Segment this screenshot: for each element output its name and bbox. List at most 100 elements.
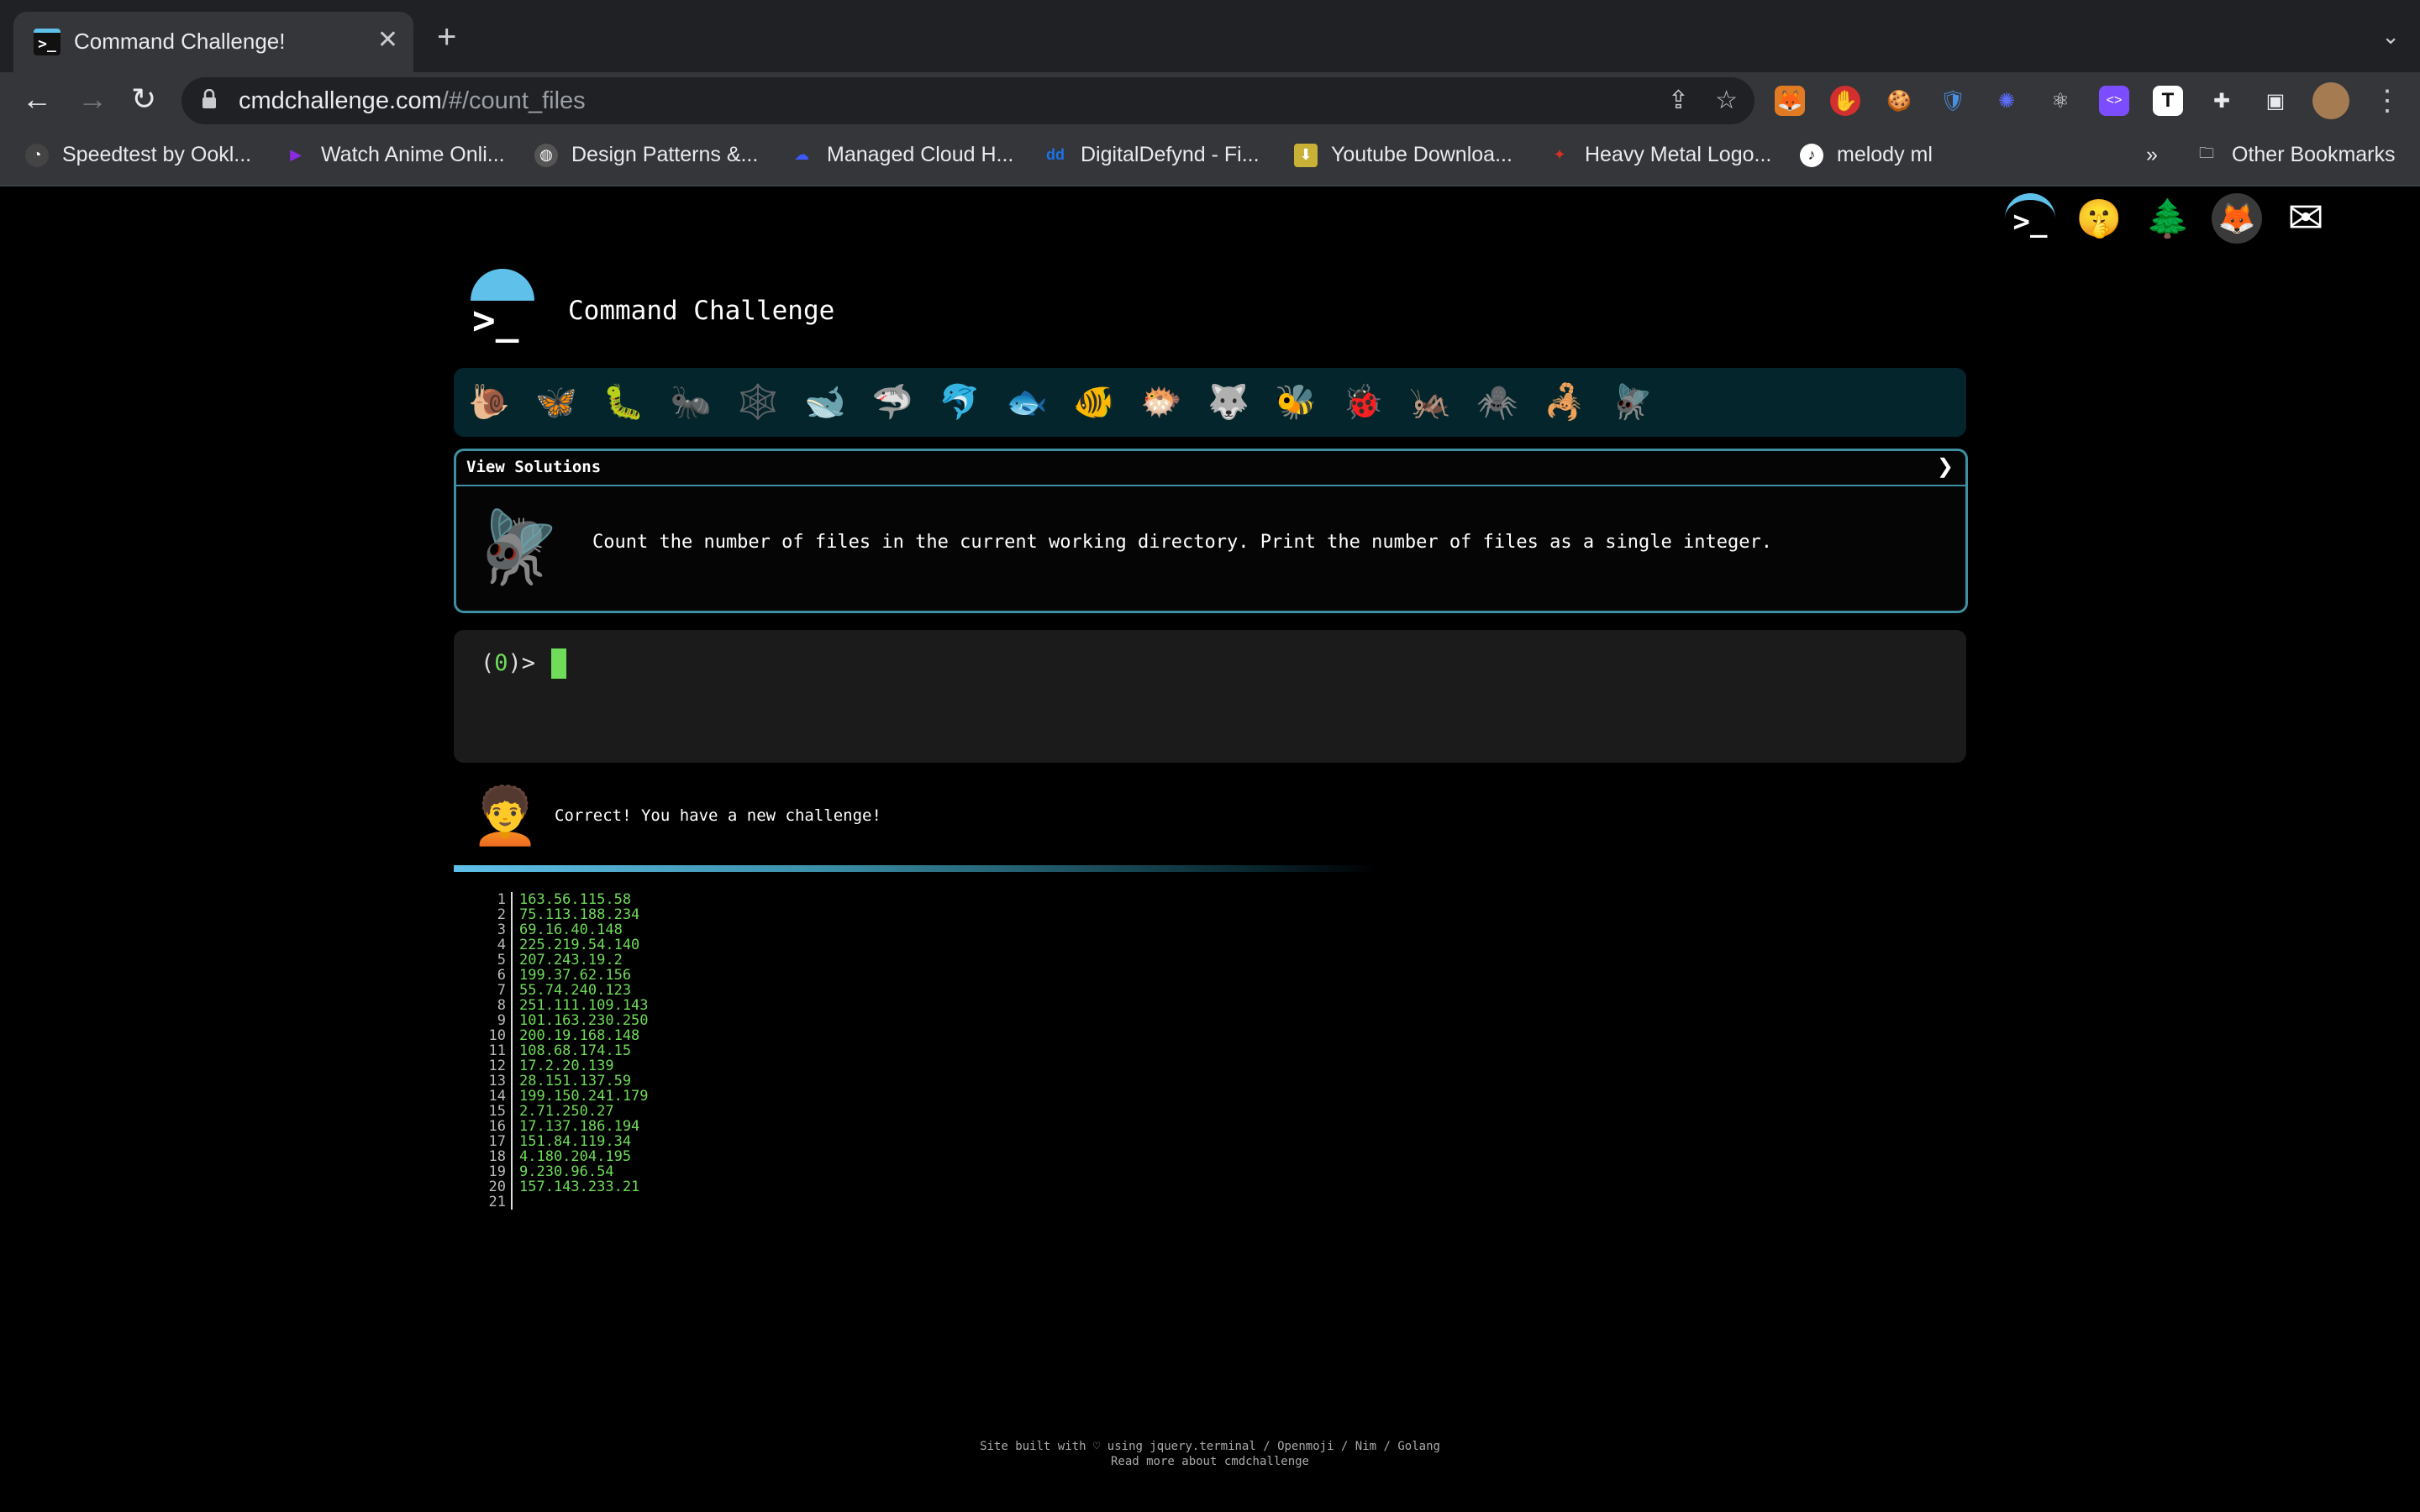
code-extension-icon[interactable]: <> [2099,86,2129,116]
reload-icon[interactable]: ↻ [131,81,156,118]
file-name: 163.56.115.58 [519,891,632,908]
line-number: 18 [471,1149,513,1164]
new-tab-plus-icon[interactable]: + [437,20,456,54]
logo-arc [471,269,534,301]
notion-extension-icon[interactable]: T [2153,86,2183,116]
file-name: 17.2.20.139 [519,1058,614,1074]
line-number: 3 [471,922,513,937]
forward-arrow-icon[interactable]: → [77,81,108,118]
list-item: 12 17.2.20.139 [471,1058,649,1074]
view-solutions-toggle[interactable]: View Solutions ❯ [456,451,1965,486]
terminal-input[interactable]: (0)> [454,630,1966,763]
music-note-icon: ♪ [1800,143,1823,167]
line-number: 7 [471,983,513,998]
burst-extension-icon[interactable]: ✺ [1991,86,2022,116]
bookmark-label: Youtube Downloa... [1331,143,1512,166]
bookmark-item[interactable]: ♪ melody ml [1800,143,1933,167]
close-icon[interactable]: ✕ [377,25,398,55]
butterfly-icon[interactable]: 🦋 [533,381,580,423]
react-devtools-icon[interactable]: ⚛ [2045,86,2075,116]
star-icon[interactable]: ☆ [1715,86,1738,115]
tab-active[interactable]: >_ Command Challenge! ✕ [13,12,413,72]
list-item: 13 28.151.137.59 [471,1074,649,1089]
file-name: 4.180.204.195 [519,1148,632,1165]
globe-icon: ◍ [534,143,558,167]
dolphin-icon[interactable]: 🐬 [936,381,983,423]
file-name: 199.37.62.156 [519,967,632,984]
page-content: >_ 🤫 🌲 🦊 ✉ >_ Command Challenge 🐌 🦋 🐛 🐜 … [0,186,2420,1512]
list-item: 17 151.84.119.34 [471,1134,649,1149]
spider-web-icon[interactable]: 🕸️ [734,381,781,423]
shark-icon[interactable]: 🦈 [869,381,916,423]
bookmark-item[interactable]: dd DigitalDefynd - Fi... [1044,143,1260,167]
bitwarden-extension-icon[interactable]: 🛡 [1938,86,1968,116]
bookmark-label: Watch Anime Onli... [321,143,505,166]
puzzle-extensions-icon[interactable]: ✚ [2207,86,2237,116]
file-name: 225.219.54.140 [519,937,640,953]
fly-icon: 🪰 [473,507,561,586]
flame-icon: ✦ [1553,146,1566,163]
bookmark-item[interactable]: ◔ Speedtest by Ookl... [25,143,251,167]
file-name: 17.137.186.194 [519,1118,640,1135]
wolf-icon[interactable]: 🐺 [1205,381,1252,423]
list-item: 6 199.37.62.156 [471,968,649,983]
terminal-prompt: (0)> [481,650,536,676]
fly-icon[interactable]: 🪰 [1608,381,1655,423]
file-listing: 1 163.56.115.58 2 75.113.188.234 3 69.16.40… [471,892,649,1210]
bookmark-item[interactable]: ◍ Design Patterns &... [534,143,758,167]
other-bookmarks[interactable]: 🗀 Other Bookmarks [2195,143,2396,167]
bookmark-label: Design Patterns &... [571,143,759,166]
snail-icon[interactable]: 🐌 [466,381,513,423]
bookmark-item[interactable]: ▶ Watch Anime Onli... [284,143,505,167]
scorpion-icon[interactable]: 🦂 [1541,381,1588,423]
shushing-face-icon[interactable]: 🤫 [2074,193,2124,244]
list-item: 7 55.74.240.123 [471,983,649,998]
blowfish-icon[interactable]: 🐡 [1138,381,1185,423]
envelope-icon[interactable]: ✉ [2281,193,2331,244]
address-bar[interactable]: cmdchallenge.com/#/count_files ⇪ ☆ [182,77,1754,124]
bookmark-item[interactable]: ☁ Managed Cloud H... [790,143,1013,167]
chevron-down-icon[interactable]: ⌄ [2381,24,2400,50]
terminal-logo-icon[interactable]: >_ [2005,193,2055,244]
kebab-menu-icon[interactable]: ⋮ [2373,84,2402,118]
bookmark-item[interactable]: ⬇ Youtube Downloa... [1294,143,1512,167]
ladybug-icon[interactable]: 🐞 [1339,381,1386,423]
cricket-icon[interactable]: 🦗 [1407,381,1454,423]
footer-read-more-link[interactable]: Read more about cmdchallenge [0,1455,2420,1468]
bee-icon[interactable]: 🐝 [1272,381,1319,423]
bookmarks-overflow-button[interactable]: » [2146,143,2158,167]
adblock-extension-icon[interactable]: ✋ [1830,86,1860,116]
list-item: 10 200.19.168.148 [471,1028,649,1043]
back-arrow-icon[interactable]: ← [22,81,52,118]
gitlab-icon[interactable]: 🦊 [2212,193,2262,244]
feedback-message: Correct! You have a new challenge! [555,806,881,825]
share-icon[interactable]: ⇪ [1668,86,1689,115]
cookie-extension-icon[interactable]: 🍪 [1884,86,1914,116]
browser-chrome: >_ Command Challenge! ✕ + ⌄ ← → ↻ cmdcha… [0,0,2420,186]
spider-icon[interactable]: 🕷️ [1474,381,1521,423]
line-number: 21 [471,1194,513,1210]
site-logo: >_ [467,269,538,343]
page-title: Command Challenge [568,296,835,326]
line-number: 17 [471,1134,513,1149]
play-icon: ▶ [290,146,302,163]
list-item: 15 2.71.250.27 [471,1104,649,1119]
line-number: 13 [471,1074,513,1089]
caterpillar-icon[interactable]: 🐛 [600,381,647,423]
line-number: 19 [471,1164,513,1179]
profile-avatar[interactable] [2312,82,2349,119]
sidepanel-icon[interactable]: ▣ [2260,86,2291,116]
tree-icon[interactable]: 🌲 [2143,193,2193,244]
whale-icon[interactable]: 🐋 [802,381,849,423]
list-item: 19 9.230.96.54 [471,1164,649,1179]
line-number: 12 [471,1058,513,1074]
ant-icon[interactable]: 🐜 [667,381,714,423]
list-item: 5 207.243.19.2 [471,953,649,968]
fish-icon[interactable]: 🐟 [1003,381,1050,423]
metamask-extension-icon[interactable]: 🦊 [1775,86,1805,116]
list-item: 9 101.163.230.250 [471,1013,649,1028]
tropical-fish-icon[interactable]: 🐠 [1071,381,1118,423]
list-item: 4 225.219.54.140 [471,937,649,953]
bookmark-item[interactable]: ✦ Heavy Metal Logo... [1548,143,1771,167]
lock-icon [203,89,216,108]
